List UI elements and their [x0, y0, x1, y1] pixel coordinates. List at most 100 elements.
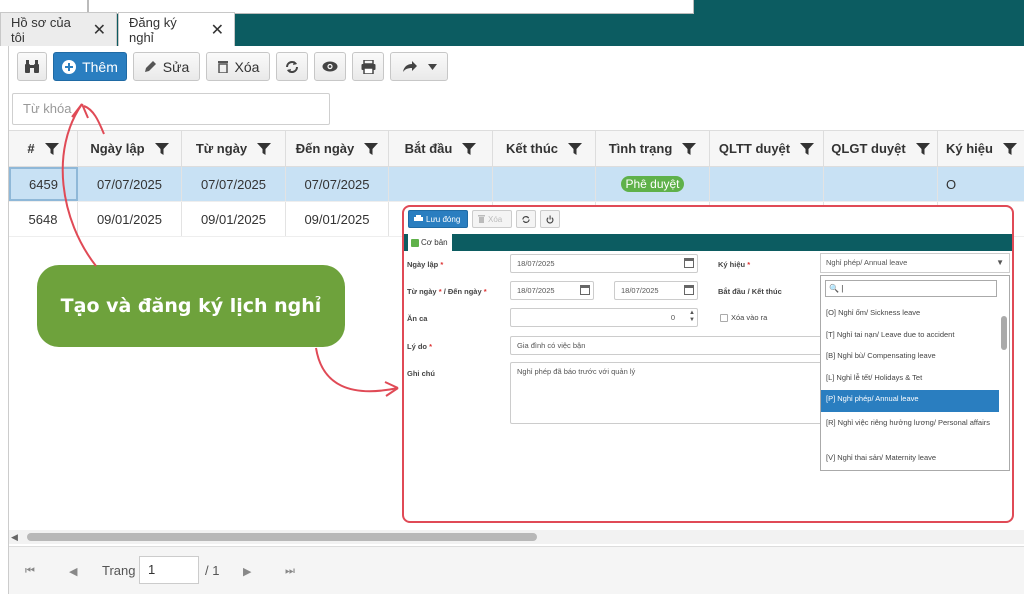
refresh-icon — [522, 215, 530, 223]
toolbar: Thêm Sửa Xóa — [17, 52, 448, 82]
printer-icon — [361, 59, 375, 74]
column-header-id[interactable]: # — [9, 131, 78, 166]
column-title: QLGT duyệt — [831, 141, 906, 156]
dropdown-option[interactable]: [B] Nghỉ bù/ Compensating leave — [821, 347, 999, 364]
leave-form-panel: Lưu đóng Xóa Cơ bản Ngày lập * 18/07/202… — [402, 205, 1014, 523]
form-delete-button[interactable]: Xóa — [472, 210, 512, 228]
tab-my-profile[interactable]: Hồ sơ của tôi ✕ — [0, 12, 117, 46]
delete-button[interactable]: Xóa — [206, 52, 270, 81]
clear-inout-checkbox[interactable]: Xóa vào ra — [720, 313, 767, 322]
horizontal-scrollbar[interactable]: ◀ — [9, 530, 1024, 544]
column-header-start[interactable]: Bắt đầu — [389, 131, 493, 166]
column-header-code[interactable]: Ký hiệu — [938, 131, 1024, 166]
table-row[interactable]: 6459 07/07/2025 07/07/2025 07/07/2025 Ph… — [9, 167, 1024, 202]
column-header-end[interactable]: Kết thúc — [493, 131, 596, 166]
note-textarea[interactable]: Nghỉ phép đã báo trước với quản lý — [510, 362, 828, 424]
refresh-button[interactable] — [276, 52, 308, 81]
chevron-down-icon[interactable]: ▼ — [996, 254, 1004, 272]
column-header-to[interactable]: Đến ngày — [286, 131, 389, 166]
scroll-left-icon[interactable]: ◀ — [11, 532, 18, 543]
dropdown-option[interactable]: [O] Nghỉ ốm/ Sickness leave — [821, 304, 999, 321]
prev-page-icon[interactable]: ◀ — [69, 565, 77, 578]
filter-icon[interactable] — [364, 142, 379, 156]
code-label-text: Ký hiệu — [718, 260, 746, 269]
power-icon — [546, 215, 554, 223]
reason-field[interactable]: Gia đình có việc bận — [510, 336, 828, 355]
filter-icon[interactable] — [462, 142, 477, 156]
column-header-qlgt[interactable]: QLGT duyệt — [824, 131, 938, 166]
dropdown-search-input[interactable]: 🔍 | — [825, 280, 997, 297]
tab-leave-registration[interactable]: Đăng ký nghỉ ✕ — [118, 12, 235, 46]
last-page-icon[interactable]: ⏭ — [285, 565, 295, 578]
dropdown-option[interactable]: [R] Nghỉ việc riêng hưởng lương/ Persona… — [821, 414, 999, 431]
close-icon[interactable]: ✕ — [211, 20, 224, 40]
tab-basic[interactable]: Cơ bản — [408, 234, 452, 251]
time-label: Bắt đầu / Kết thúc — [718, 287, 782, 296]
checkbox-icon[interactable] — [720, 313, 728, 322]
search-input[interactable]: Từ khóa — [12, 93, 330, 125]
from-date-field[interactable]: 18/07/2025 — [510, 281, 594, 300]
edit-button-label: Sửa — [162, 58, 190, 75]
filter-icon[interactable] — [257, 142, 272, 156]
share-button[interactable] — [390, 52, 448, 81]
required-mark: * — [429, 342, 433, 351]
column-header-qltt[interactable]: QLTT duyệt — [710, 131, 824, 166]
dropdown-option[interactable]: [V] Nghỉ thai sản/ Maternity leave — [821, 449, 999, 466]
dropdown-option[interactable]: [L] Nghỉ lễ tết/ Holidays & Tet — [821, 369, 999, 386]
trash-icon — [478, 215, 485, 223]
filter-icon[interactable] — [915, 142, 930, 156]
to-date-field[interactable]: 18/07/2025 — [614, 281, 698, 300]
cell-from: 09/01/2025 — [182, 202, 286, 236]
meal-stepper[interactable]: 0 ▲ ▼ — [510, 308, 698, 327]
form-refresh-button[interactable] — [516, 210, 536, 228]
calendar-icon[interactable] — [580, 285, 590, 295]
delete-button-label: Xóa — [234, 58, 260, 75]
grid-header: # Ngày lập Từ ngày Đến ngày Bắt đầu Kết … — [9, 130, 1024, 167]
reason-label-text: Lý do — [407, 342, 427, 351]
filter-icon[interactable] — [44, 142, 59, 156]
to-date-value: 18/07/2025 — [621, 286, 659, 295]
form-tab-bar — [404, 234, 1012, 251]
from-date-value: 18/07/2025 — [517, 286, 555, 295]
chevron-down-icon[interactable] — [427, 63, 437, 70]
dropdown-scrollbar[interactable] — [1000, 302, 1008, 470]
form-power-button[interactable] — [540, 210, 560, 228]
column-header-status[interactable]: Tình trạng — [596, 131, 710, 166]
filter-icon[interactable] — [682, 142, 697, 156]
filter-icon[interactable] — [800, 142, 815, 156]
filter-icon[interactable] — [1002, 142, 1017, 156]
calendar-icon[interactable] — [684, 285, 694, 295]
filter-icon[interactable] — [568, 142, 582, 156]
dropdown-option[interactable]: [T] Nghỉ tai nạn/ Leave due to accident — [821, 326, 999, 343]
save-close-button[interactable]: Lưu đóng — [408, 210, 468, 228]
code-select[interactable]: Nghỉ phép/ Annual leave ▼ — [820, 253, 1010, 273]
view-button[interactable] — [314, 52, 346, 81]
next-page-icon[interactable]: ▶ — [243, 565, 251, 578]
required-mark: * — [440, 260, 444, 269]
page-input[interactable]: 1 — [139, 556, 199, 584]
refresh-icon — [286, 60, 298, 73]
scrollbar-thumb[interactable] — [27, 533, 537, 541]
stepper-arrows-icon[interactable]: ▲ ▼ — [689, 310, 695, 324]
dropdown-option-selected[interactable]: [P] Nghỉ phép/ Annual leave — [821, 390, 999, 412]
filter-icon[interactable] — [154, 142, 169, 156]
cell-to: 07/07/2025 — [286, 167, 389, 201]
print-button[interactable] — [352, 52, 384, 81]
created-label-text: Ngày lập — [407, 260, 439, 269]
created-date-field[interactable]: 18/07/2025 — [510, 254, 698, 273]
column-header-from[interactable]: Từ ngày — [182, 131, 286, 166]
edit-button[interactable]: Sửa — [133, 52, 200, 81]
column-title: # — [27, 141, 35, 156]
scrollbar-thumb[interactable] — [1001, 316, 1007, 350]
first-page-icon[interactable]: ⏮ — [25, 565, 35, 578]
reason-label: Lý do * — [407, 342, 432, 351]
column-title: Kết thúc — [506, 141, 558, 156]
tab-label: Đăng ký nghỉ — [129, 14, 177, 45]
column-header-created[interactable]: Ngày lập — [78, 131, 182, 166]
add-button[interactable]: Thêm — [53, 52, 127, 81]
pager: ⏮ ◀ Trang 1 / 1 ▶ ⏭ — [9, 546, 1024, 594]
pencil-icon — [144, 61, 156, 72]
binoculars-button[interactable] — [17, 52, 47, 81]
close-icon[interactable]: ✕ — [93, 20, 106, 40]
calendar-icon[interactable] — [684, 258, 694, 268]
